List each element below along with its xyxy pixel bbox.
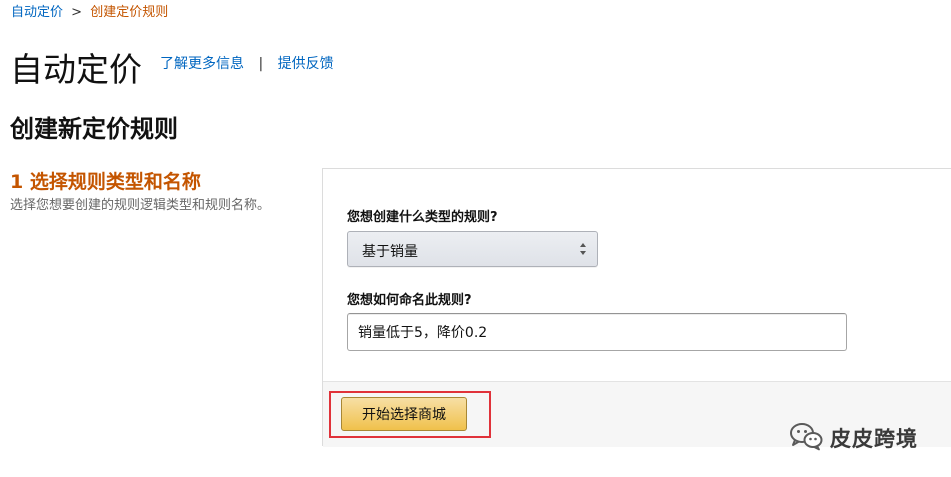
- breadcrumb-separator: >: [71, 5, 83, 20]
- breadcrumb-current: 创建定价规则: [90, 5, 169, 20]
- rule-type-label: 您想创建什么类型的规则?: [347, 210, 498, 225]
- select-arrows-icon: [580, 243, 586, 255]
- header-link-divider: |: [258, 56, 264, 72]
- rule-name-input[interactable]: [347, 313, 847, 351]
- feedback-link[interactable]: 提供反馈: [278, 56, 334, 72]
- rule-type-selected-value: 基于销量: [362, 244, 418, 260]
- step-description: 选择您想要创建的规则逻辑类型和规则名称。: [10, 198, 271, 213]
- section-title: 创建新定价规则: [10, 115, 178, 143]
- breadcrumb: 自动定价 > 创建定价规则: [11, 4, 168, 22]
- wechat-icon: [790, 423, 823, 451]
- page-title: 自动定价: [10, 50, 142, 89]
- rule-type-select[interactable]: 基于销量: [347, 231, 598, 267]
- step-title: 1 选择规则类型和名称: [10, 171, 201, 193]
- breadcrumb-link-auto-pricing[interactable]: 自动定价: [11, 5, 63, 20]
- page: 自动定价 > 创建定价规则 自动定价 了解更多信息 | 提供反馈 创建新定价规则…: [0, 0, 951, 477]
- watermark-text: 皮皮跨境: [830, 427, 918, 451]
- start-select-marketplace-button[interactable]: 开始选择商城: [341, 397, 467, 431]
- rule-name-label: 您想如何命名此规则?: [347, 293, 472, 308]
- learn-more-link[interactable]: 了解更多信息: [160, 56, 244, 72]
- header-links: 了解更多信息 | 提供反馈: [160, 54, 334, 74]
